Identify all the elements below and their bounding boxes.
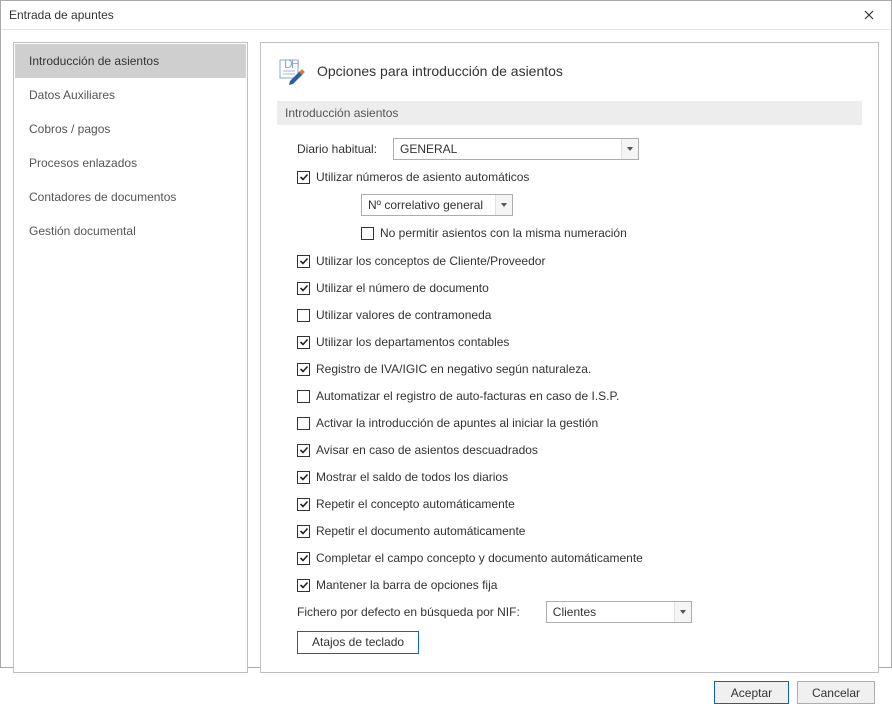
checkbox-label: Activar la introducción de apuntes al in… [316, 416, 598, 430]
check-icon [299, 499, 309, 509]
checkbox-box [297, 525, 310, 538]
checkbox-box [297, 579, 310, 592]
sidebar-item-datos-aux[interactable]: Datos Auxiliares [15, 78, 246, 112]
checkbox-box [297, 552, 310, 565]
checkbox-label: Automatizar el registro de auto-facturas… [316, 389, 619, 403]
sidebar-item-label: Datos Auxiliares [29, 88, 115, 102]
checkbox-label: Utilizar los departamentos contables [316, 335, 509, 349]
sidebar-item-label: Gestión documental [29, 224, 136, 238]
checkbox-box [297, 171, 310, 184]
correlativo-value: Nº correlativo general [368, 198, 483, 212]
checkbox-label: Utilizar los conceptos de Cliente/Provee… [316, 254, 545, 268]
checkbox-box [297, 444, 310, 457]
checkbox-box [297, 471, 310, 484]
checkbox-autofacturas[interactable]: Automatizar el registro de auto-facturas… [297, 389, 619, 403]
atajos-button[interactable]: Atajos de teclado [297, 631, 419, 654]
checkbox-label: Utilizar valores de contramoneda [316, 308, 491, 322]
content-title: Opciones para introducción de asientos [317, 63, 563, 79]
checkbox-departamentos[interactable]: Utilizar los departamentos contables [297, 335, 509, 349]
checkbox-box [361, 227, 374, 240]
checkbox-activar_intro[interactable]: Activar la introducción de apuntes al in… [297, 416, 598, 430]
checkbox-label: Utilizar números de asiento automáticos [316, 170, 529, 184]
checkbox-iva_neg[interactable]: Registro de IVA/IGIC en negativo según n… [297, 362, 591, 376]
correlativo-combo[interactable]: Nº correlativo general [361, 194, 513, 216]
nif-combo[interactable]: Clientes [546, 601, 692, 623]
close-icon [864, 10, 874, 20]
diario-value: GENERAL [400, 142, 457, 156]
checkbox-box [297, 255, 310, 268]
atajos-label: Atajos de teclado [312, 635, 404, 649]
check-icon [299, 172, 309, 182]
checkbox-box [297, 363, 310, 376]
checkbox-label: Repetir el concepto automáticamente [316, 497, 515, 511]
checkbox-label: Avisar en caso de asientos descuadrados [316, 443, 538, 457]
accept-button[interactable]: Aceptar [714, 681, 789, 704]
checkbox-box [297, 336, 310, 349]
nif-value: Clientes [553, 605, 596, 619]
checkbox-label: Mantener la barra de opciones fija [316, 578, 497, 592]
cancel-button[interactable]: Cancelar [797, 681, 875, 704]
check-icon [299, 580, 309, 590]
checkbox-box [297, 498, 310, 511]
accept-label: Aceptar [731, 686, 772, 700]
checkbox-rep_concepto[interactable]: Repetir el concepto automáticamente [297, 497, 515, 511]
chevron-down-icon [495, 195, 512, 215]
check-icon [299, 256, 309, 266]
diario-combo[interactable]: GENERAL [393, 138, 639, 160]
sidebar-item-gestion[interactable]: Gestión documental [15, 214, 246, 248]
checkbox-conceptos_cp[interactable]: Utilizar los conceptos de Cliente/Provee… [297, 254, 545, 268]
checkbox-label: No permitir asientos con la misma numera… [380, 226, 627, 240]
checkbox-box [297, 309, 310, 322]
check-icon [299, 445, 309, 455]
sidebar-item-contadores[interactable]: Contadores de documentos [15, 180, 246, 214]
nif-label: Fichero por defecto en búsqueda por NIF: [297, 605, 520, 619]
check-icon [299, 553, 309, 563]
checkbox-mostrar_saldo[interactable]: Mostrar el saldo de todos los diarios [297, 470, 508, 484]
checkbox-auto_num[interactable]: Utilizar números de asiento automáticos [297, 170, 529, 184]
check-icon [299, 283, 309, 293]
checkbox-box [297, 417, 310, 430]
close-button[interactable] [855, 1, 883, 29]
checkbox-label: Registro de IVA/IGIC en negativo según n… [316, 362, 591, 376]
sidebar-item-label: Contadores de documentos [29, 190, 176, 204]
sidebar-item-cobros[interactable]: Cobros / pagos [15, 112, 246, 146]
chevron-down-icon [621, 139, 638, 159]
chevron-down-icon [674, 602, 691, 622]
checkbox-mantener_barra[interactable]: Mantener la barra de opciones fija [297, 578, 497, 592]
options-icon: D H [277, 57, 305, 85]
sidebar-item-label: Procesos enlazados [29, 156, 137, 170]
checkbox-box [297, 390, 310, 403]
sidebar-item-label: Cobros / pagos [29, 122, 110, 136]
sidebar-item-introduccion[interactable]: Introducción de asientos [15, 44, 246, 78]
checkbox-rep_doc[interactable]: Repetir el documento automáticamente [297, 524, 525, 538]
checkbox-no_permitir[interactable]: No permitir asientos con la misma numera… [361, 226, 627, 240]
checkbox-num_doc[interactable]: Utilizar el número de documento [297, 281, 489, 295]
section-header: Introducción asientos [277, 101, 862, 125]
checkbox-avisar_desc[interactable]: Avisar en caso de asientos descuadrados [297, 443, 538, 457]
checkbox-label: Repetir el documento automáticamente [316, 524, 525, 538]
content-panel: D H Opciones para introducción de asient… [260, 42, 879, 673]
checkbox-completar[interactable]: Completar el campo concepto y documento … [297, 551, 643, 565]
checkbox-box [297, 282, 310, 295]
check-icon [299, 337, 309, 347]
check-icon [299, 526, 309, 536]
sidebar-item-label: Introducción de asientos [29, 54, 159, 68]
check-icon [299, 364, 309, 374]
checkbox-label: Mostrar el saldo de todos los diarios [316, 470, 508, 484]
checkbox-label: Utilizar el número de documento [316, 281, 489, 295]
window-title: Entrada de apuntes [9, 8, 855, 22]
svg-text:H: H [291, 57, 300, 71]
sidebar: Introducción de asientos Datos Auxiliares… [13, 42, 248, 673]
sidebar-item-procesos[interactable]: Procesos enlazados [15, 146, 246, 180]
check-icon [299, 472, 309, 482]
diario-label: Diario habitual: [297, 142, 385, 156]
checkbox-contramoneda[interactable]: Utilizar valores de contramoneda [297, 308, 491, 322]
cancel-label: Cancelar [812, 686, 860, 700]
checkbox-label: Completar el campo concepto y documento … [316, 551, 643, 565]
